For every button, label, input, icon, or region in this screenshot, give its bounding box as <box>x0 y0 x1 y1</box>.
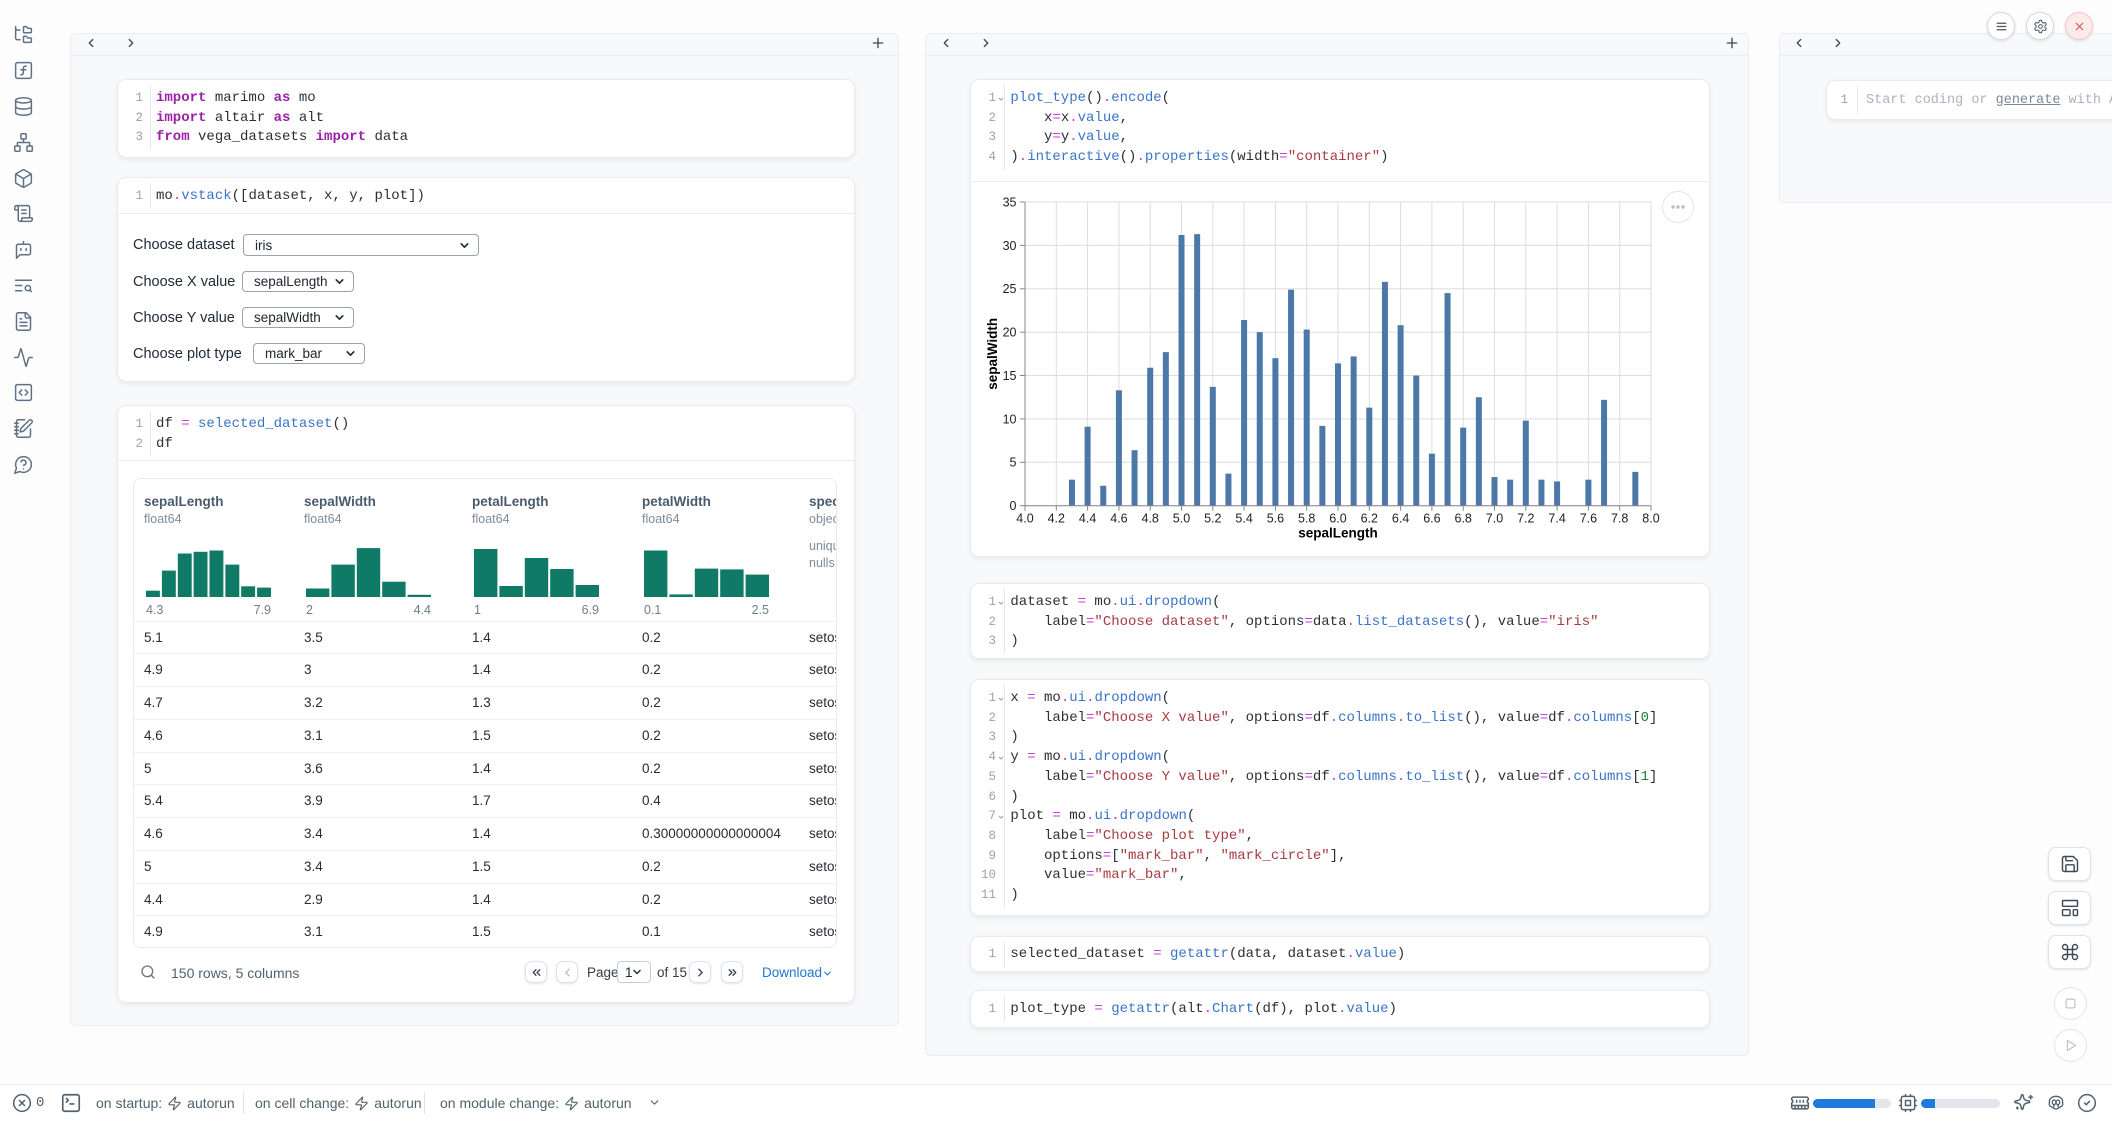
svg-text:6.0: 6.0 <box>1329 512 1346 526</box>
svg-text:sepalLength: sepalLength <box>1298 526 1378 541</box>
svg-text:5.4: 5.4 <box>1235 512 1252 526</box>
svg-text:7.4: 7.4 <box>1548 512 1565 526</box>
svg-text:5: 5 <box>1010 456 1017 470</box>
svg-text:sepalWidth: sepalWidth <box>985 318 1000 390</box>
svg-text:7.6: 7.6 <box>1580 512 1597 526</box>
svg-text:7.0: 7.0 <box>1486 512 1503 526</box>
svg-text:35: 35 <box>1003 195 1017 209</box>
svg-text:8.0: 8.0 <box>1642 512 1659 526</box>
svg-text:5.2: 5.2 <box>1204 512 1221 526</box>
svg-text:5.0: 5.0 <box>1173 512 1190 526</box>
svg-text:4.0: 4.0 <box>1016 512 1033 526</box>
svg-text:4.8: 4.8 <box>1142 512 1159 526</box>
svg-text:20: 20 <box>1003 326 1017 340</box>
svg-text:6.4: 6.4 <box>1392 512 1409 526</box>
svg-text:7.8: 7.8 <box>1611 512 1628 526</box>
svg-text:5.6: 5.6 <box>1267 512 1284 526</box>
svg-text:4.6: 4.6 <box>1110 512 1127 526</box>
svg-text:5.8: 5.8 <box>1298 512 1315 526</box>
svg-text:4.4: 4.4 <box>1079 512 1096 526</box>
svg-text:4.2: 4.2 <box>1048 512 1065 526</box>
svg-text:15: 15 <box>1003 369 1017 383</box>
svg-text:25: 25 <box>1003 282 1017 296</box>
svg-text:7.2: 7.2 <box>1517 512 1534 526</box>
svg-text:6.8: 6.8 <box>1455 512 1472 526</box>
svg-text:30: 30 <box>1003 239 1017 253</box>
svg-text:10: 10 <box>1003 412 1017 426</box>
svg-text:6.6: 6.6 <box>1423 512 1440 526</box>
svg-text:6.2: 6.2 <box>1361 512 1378 526</box>
